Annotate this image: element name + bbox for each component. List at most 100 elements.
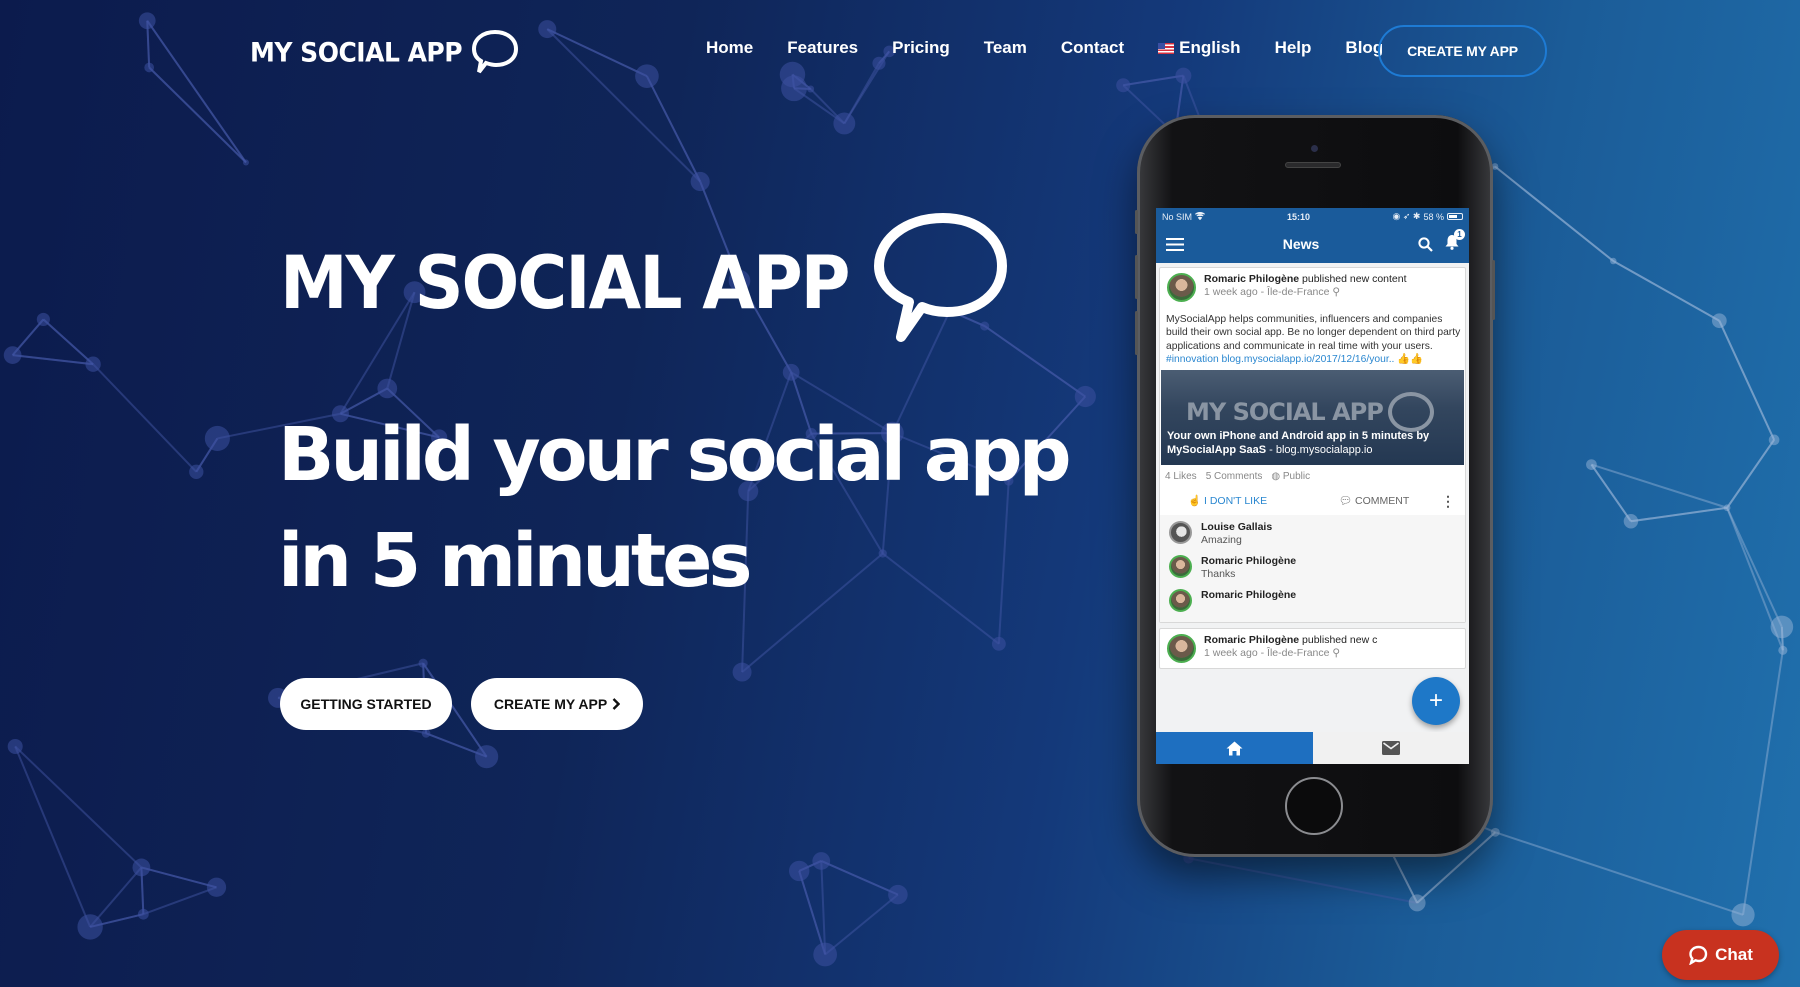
post-link-preview[interactable]: MY SOCIAL APP Your own iPhone and Androi…	[1161, 370, 1464, 466]
comment-author[interactable]: Romaric Philogène	[1201, 555, 1296, 567]
home-icon	[1226, 741, 1243, 755]
nav-pricing[interactable]: Pricing	[892, 38, 950, 58]
network-node	[788, 860, 810, 882]
tab-home[interactable]	[1156, 732, 1313, 764]
dislike-button[interactable]: ☝ I DON'T LIKE	[1188, 494, 1267, 507]
network-node	[1623, 514, 1639, 529]
us-flag-icon	[1158, 42, 1175, 54]
network-node	[1408, 894, 1426, 912]
post-hashtag[interactable]: #innovation	[1166, 354, 1219, 365]
network-node	[7, 738, 23, 754]
speech-bubble-icon	[472, 29, 519, 74]
search-icon[interactable]	[1418, 236, 1433, 252]
chevron-right-icon	[612, 698, 621, 710]
network-edge	[820, 860, 899, 896]
post-actions: ☝ I DON'T LIKE 💬︎ COMMENT ⋮	[1160, 488, 1465, 515]
network-node	[690, 171, 710, 192]
network-edge	[148, 66, 247, 164]
comment-author[interactable]: Romaric Philogène	[1201, 589, 1296, 601]
network-node	[812, 852, 831, 870]
avatar[interactable]	[1167, 634, 1196, 664]
comment-item: Romaric Philogène	[1160, 585, 1465, 616]
post-header: Romaric Philogène published new c 1 week…	[1160, 629, 1465, 668]
hero-logo-wordmark: MY SOCIAL APP	[280, 240, 851, 327]
network-node	[732, 662, 752, 682]
network-node	[206, 877, 227, 897]
network-edge	[14, 745, 143, 869]
network-node	[1768, 434, 1780, 446]
hamburger-menu-icon[interactable]	[1166, 237, 1184, 251]
post-meta: Romaric Philogène published new content …	[1204, 273, 1407, 302]
carrier: No SIM	[1162, 211, 1205, 222]
network-node	[377, 378, 398, 399]
comment-author[interactable]: Louise Gallais	[1201, 521, 1272, 533]
avatar[interactable]	[1169, 521, 1192, 545]
post-link[interactable]: blog.mysocialapp.io/2017/12/16/your..	[1222, 354, 1395, 365]
network-edge	[1590, 464, 1632, 522]
create-my-app-button[interactable]: CREATE MY APP	[471, 678, 643, 730]
nav-features[interactable]: Features	[787, 38, 858, 58]
network-edge	[1612, 260, 1720, 322]
network-edge	[1718, 320, 1776, 441]
post-author[interactable]: Romaric Philogène	[1204, 273, 1299, 285]
phone-power-button	[1492, 260, 1495, 320]
post-card: Romaric Philogène published new content …	[1159, 267, 1466, 624]
bottom-nav	[1156, 732, 1469, 764]
preview-logo-text: MY SOCIAL APP	[1186, 398, 1384, 427]
phone-home-button	[1285, 777, 1343, 835]
location-icon: ◉ ➶ ✱	[1392, 211, 1421, 221]
network-node	[807, 85, 815, 93]
status-bar: No SIM 15:10 ◉ ➶ ✱ 58 %	[1156, 208, 1469, 225]
phone-mockup: No SIM 15:10 ◉ ➶ ✱ 58 % News 1 Romaric P…	[1135, 115, 1495, 857]
nav-help[interactable]: Help	[1275, 38, 1312, 58]
avatar[interactable]	[1169, 555, 1192, 579]
hero-headline: Build your social app in 5 minutes	[278, 402, 1072, 614]
chat-bubble-icon	[1689, 945, 1708, 965]
comments-count[interactable]: 5 Comments	[1206, 471, 1263, 482]
nav-home[interactable]: Home	[706, 38, 753, 58]
comment-button[interactable]: 💬︎ COMMENT	[1339, 494, 1410, 507]
network-node	[204, 425, 230, 452]
network-edge	[12, 354, 94, 366]
comments-list: Louise Gallais Amazing Romaric Philogène T…	[1160, 515, 1465, 623]
status-right: ◉ ➶ ✱ 58 %	[1393, 211, 1463, 222]
avatar[interactable]	[1169, 589, 1192, 613]
thumbs-up-emoji: 👍👍	[1397, 353, 1423, 365]
header-logo[interactable]: MY SOCIAL APP	[250, 28, 520, 76]
likes-count[interactable]: 4 Likes	[1165, 471, 1197, 482]
more-options-icon[interactable]: ⋮	[1441, 494, 1455, 508]
map-pin-icon: ⚲	[1332, 286, 1341, 298]
comment-item: Louise Gallais Amazing	[1160, 517, 1465, 551]
preview-caption: Your own iPhone and Android app in 5 min…	[1167, 430, 1430, 456]
network-edge	[1123, 74, 1184, 87]
language-label: English	[1179, 38, 1241, 57]
add-post-fab[interactable]: +	[1412, 677, 1460, 725]
network-node	[421, 729, 431, 738]
tab-messages[interactable]	[1312, 732, 1469, 764]
network-node	[77, 914, 103, 940]
nav-team[interactable]: Team	[984, 38, 1027, 58]
nav-contact[interactable]: Contact	[1061, 38, 1124, 58]
create-my-app-header-button[interactable]: CREATE MY APP	[1378, 25, 1547, 77]
post-author[interactable]: Romaric Philogène	[1204, 634, 1299, 646]
post-text: MySocialApp helps communities, influence…	[1166, 314, 1461, 365]
notifications-button[interactable]: 1	[1445, 228, 1465, 255]
network-edge	[1742, 650, 1784, 915]
nav-language[interactable]: English	[1158, 38, 1241, 58]
network-node	[242, 159, 249, 166]
post-meta: Romaric Philogène published new c 1 week…	[1204, 634, 1377, 663]
network-node	[1074, 385, 1096, 408]
phone-mute-switch	[1135, 210, 1138, 234]
speech-bubble-icon	[873, 213, 1007, 342]
phone-screen: No SIM 15:10 ◉ ➶ ✱ 58 % News 1 Romaric P…	[1156, 208, 1469, 764]
getting-started-button[interactable]: GETTING STARTED	[280, 678, 452, 730]
globe-icon: ◍	[1271, 471, 1281, 483]
avatar[interactable]	[1167, 273, 1196, 302]
chat-widget-button[interactable]: Chat	[1662, 930, 1779, 980]
network-node	[1116, 78, 1131, 93]
phone-volume-up	[1135, 255, 1138, 299]
network-edge	[143, 886, 217, 916]
network-node	[1770, 615, 1794, 639]
mail-icon	[1381, 741, 1400, 755]
hand-icon: ☝	[1188, 495, 1202, 508]
